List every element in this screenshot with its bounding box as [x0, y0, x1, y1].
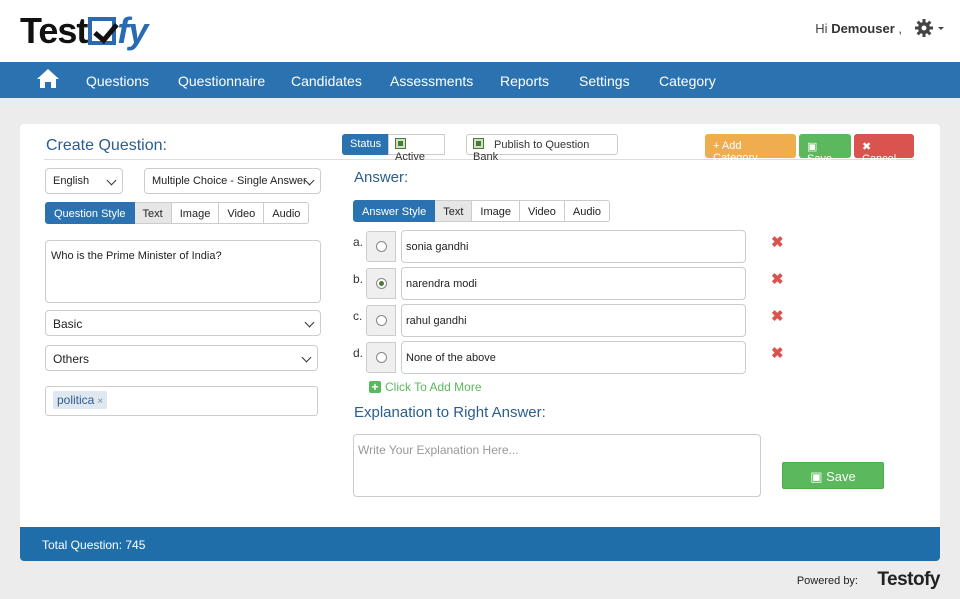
- footer-logo: Testofy: [877, 569, 940, 590]
- gear-icon[interactable]: [914, 17, 946, 43]
- publish-toggle[interactable]: Publish to Question Bank: [466, 134, 618, 163]
- option-radio[interactable]: [376, 315, 387, 326]
- option-radio-wrap: [366, 268, 396, 299]
- chevron-down-icon: [301, 352, 312, 363]
- nav-reports[interactable]: Reports: [500, 73, 549, 89]
- floppy-icon: ▣: [810, 469, 827, 484]
- logo-part1: Test: [20, 10, 88, 51]
- question-style-tabs: Question Style Text Image Video Audio: [45, 202, 310, 224]
- logo-check-icon: [88, 17, 117, 45]
- nav-questionnaire[interactable]: Questionnaire: [178, 73, 265, 89]
- explanation-heading: Explanation to Right Answer:: [354, 404, 546, 421]
- answer-heading: Answer:: [354, 169, 409, 186]
- tab-question-style[interactable]: Question Style: [45, 202, 135, 224]
- difficulty-select[interactable]: Basic: [45, 310, 321, 336]
- page-title: Create Question:: [46, 137, 167, 154]
- floppy-icon: ▣: [807, 141, 818, 153]
- option-input[interactable]: sonia gandhi: [401, 230, 746, 263]
- save-button[interactable]: ▣ Save: [782, 462, 884, 489]
- option-radio[interactable]: [376, 352, 387, 363]
- chevron-down-icon: [304, 317, 315, 328]
- question-textarea[interactable]: Who is the Prime Minister of India?: [45, 240, 321, 303]
- checkbox-icon: [395, 138, 406, 149]
- chevron-down-icon: [106, 175, 117, 186]
- close-icon: ✖: [862, 141, 872, 153]
- active-toggle[interactable]: Active: [388, 134, 445, 163]
- nav-questions[interactable]: Questions: [86, 73, 149, 89]
- top-bar: Test fy Hi Demouser ,: [0, 0, 960, 62]
- logo-part2: fy: [117, 10, 148, 51]
- question-type-select[interactable]: Multiple Choice - Single Answer: [144, 168, 321, 194]
- tag-chip: politica ×: [53, 391, 108, 409]
- tab-text[interactable]: Text: [134, 202, 172, 224]
- tab-image[interactable]: Image: [472, 200, 520, 222]
- tab-answer-style[interactable]: Answer Style: [353, 200, 436, 222]
- tab-audio[interactable]: Audio: [564, 200, 611, 222]
- footer-bar: Total Question: 745: [20, 527, 940, 561]
- language-select[interactable]: English: [45, 168, 123, 194]
- delete-option-icon[interactable]: ✖: [771, 233, 784, 251]
- option-radio[interactable]: [376, 241, 387, 252]
- main-nav: Questions Questionnaire Candidates Asses…: [0, 62, 960, 98]
- option-letter: b.: [353, 272, 364, 286]
- tab-audio[interactable]: Audio: [264, 202, 310, 224]
- nav-settings[interactable]: Settings: [579, 73, 630, 89]
- username: Demouser: [831, 21, 895, 36]
- total-questions: Total Question: 745: [42, 538, 146, 552]
- option-radio-wrap: [366, 342, 396, 373]
- delete-option-icon[interactable]: ✖: [771, 307, 784, 325]
- option-radio-wrap: [366, 231, 396, 262]
- add-category-button[interactable]: + Add Category: [705, 134, 796, 164]
- cancel-button[interactable]: ✖ Cancel: [854, 134, 914, 165]
- option-radio-wrap: [366, 305, 396, 336]
- tab-image[interactable]: Image: [171, 202, 220, 224]
- add-more-button[interactable]: + Click To Add More: [369, 380, 482, 394]
- category-select[interactable]: Others: [45, 345, 318, 371]
- status-label: Status: [342, 134, 390, 155]
- answer-style-tabs: Answer Style Text Image Video Audio: [353, 200, 611, 222]
- plus-icon: +: [369, 381, 381, 393]
- logo: Test fy: [20, 10, 148, 52]
- tab-text[interactable]: Text: [435, 200, 473, 222]
- option-letter: a.: [353, 235, 364, 249]
- nav-category[interactable]: Category: [659, 73, 716, 89]
- option-input[interactable]: rahul gandhi: [401, 304, 746, 337]
- option-input[interactable]: None of the above: [401, 341, 746, 374]
- option-input[interactable]: narendra modi: [401, 267, 746, 300]
- option-letter: c.: [353, 309, 363, 323]
- tab-video[interactable]: Video: [519, 200, 565, 222]
- nav-candidates[interactable]: Candidates: [291, 73, 362, 89]
- option-radio-selected[interactable]: [376, 278, 387, 289]
- option-letter: d.: [353, 346, 364, 360]
- explanation-textarea[interactable]: Write Your Explanation Here...: [353, 434, 761, 497]
- delete-option-icon[interactable]: ✖: [771, 270, 784, 288]
- powered-by: Powered by:: [796, 575, 858, 587]
- create-question-card: Create Question: Status Active Publish t…: [20, 124, 940, 561]
- greeting: Hi Demouser ,: [815, 21, 902, 36]
- save-button-top[interactable]: ▣ Save: [799, 134, 851, 165]
- checkbox-icon: [473, 138, 484, 149]
- remove-tag-icon[interactable]: ×: [97, 396, 103, 407]
- tags-input[interactable]: politica ×: [45, 386, 318, 416]
- tab-video[interactable]: Video: [219, 202, 265, 224]
- delete-option-icon[interactable]: ✖: [771, 344, 784, 362]
- nav-assessments[interactable]: Assessments: [390, 73, 473, 89]
- home-icon[interactable]: [36, 68, 60, 92]
